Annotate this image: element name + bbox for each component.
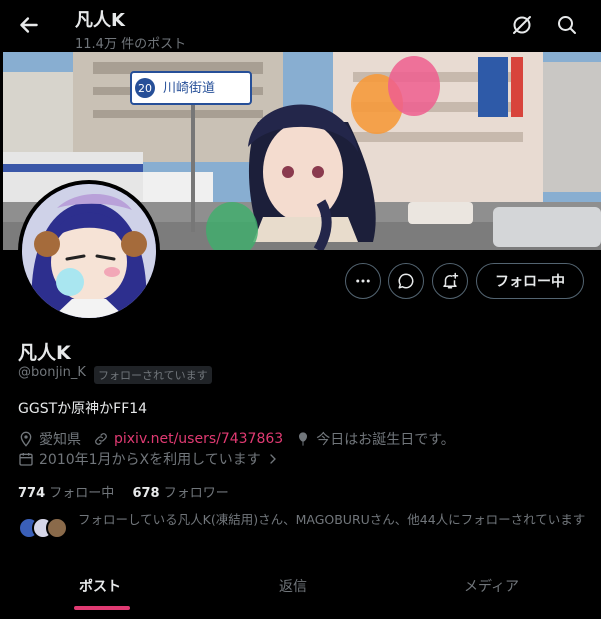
birthday-text: 今日はお誕生日です。 — [316, 432, 455, 448]
follows-you-badge: フォローされています — [94, 366, 212, 384]
page-title: 凡人K — [75, 10, 125, 31]
profile-meta-row: 愛知県 pixiv.net/users/7437863 今日はお誕生日です。 — [18, 429, 455, 449]
display-name: 凡人K — [18, 342, 71, 364]
more-dots-icon — [356, 279, 370, 283]
notification-button[interactable] — [432, 263, 468, 299]
followers-count: 678 — [132, 486, 160, 501]
tab-media[interactable]: メディア — [464, 576, 519, 596]
search-icon[interactable] — [555, 13, 579, 37]
balloon-icon — [299, 432, 308, 446]
bio-text: GGSTか原神かFF14 — [18, 401, 148, 417]
post-count: 11.4万 件のポスト — [75, 37, 187, 52]
sign-text: 川崎街道 — [163, 81, 215, 96]
user-handle: @bonjin_K — [18, 365, 86, 380]
followed-by-text: フォローしている凡人K(凍結用)さん、MAGOBURUさん、他44人にフォローさ… — [78, 512, 586, 527]
followers-link[interactable]: 678 フォロワー — [132, 486, 228, 501]
follower-avatar — [46, 517, 68, 539]
tab-replies[interactable]: 返信 — [279, 576, 307, 596]
followers-label: フォロワー — [163, 486, 229, 501]
following-label: フォロー中 — [49, 486, 115, 501]
message-bubble-icon — [398, 273, 414, 289]
top-bar: 凡人K 11.4万 件のポスト — [0, 0, 601, 52]
follow-counts: 774 フォロー中 678 フォロワー — [18, 482, 229, 501]
active-tab-indicator — [74, 606, 130, 610]
following-count: 774 — [18, 486, 46, 501]
tab-posts[interactable]: ポスト — [79, 576, 121, 596]
calendar-icon — [19, 453, 33, 466]
avatar-image — [22, 184, 156, 318]
chevron-right-icon — [270, 454, 276, 464]
following-link[interactable]: 774 フォロー中 — [18, 486, 118, 501]
location-text: 愛知県 — [39, 432, 81, 448]
location-pin-icon — [20, 431, 32, 447]
website-link[interactable]: pixiv.net/users/7437863 — [114, 431, 283, 447]
sign-number: 20 — [138, 82, 152, 95]
more-button[interactable] — [345, 263, 381, 299]
link-icon — [95, 433, 107, 445]
message-button[interactable] — [388, 263, 424, 299]
following-button[interactable]: フォロー中 — [476, 263, 584, 299]
translate-off-icon[interactable] — [510, 13, 534, 37]
joined-text: 2010年1月からXを利用しています — [39, 452, 261, 468]
profile-tabs: ポスト 返信 メディア — [0, 566, 601, 619]
bell-plus-icon — [443, 272, 459, 289]
followed-by-row[interactable]: フォローしている凡人K(凍結用)さん、MAGOBURUさん、他44人にフォローさ… — [18, 512, 588, 548]
profile-avatar[interactable] — [18, 180, 160, 322]
back-arrow-icon[interactable] — [16, 12, 42, 38]
joined-row[interactable]: 2010年1月からXを利用しています — [18, 449, 286, 469]
